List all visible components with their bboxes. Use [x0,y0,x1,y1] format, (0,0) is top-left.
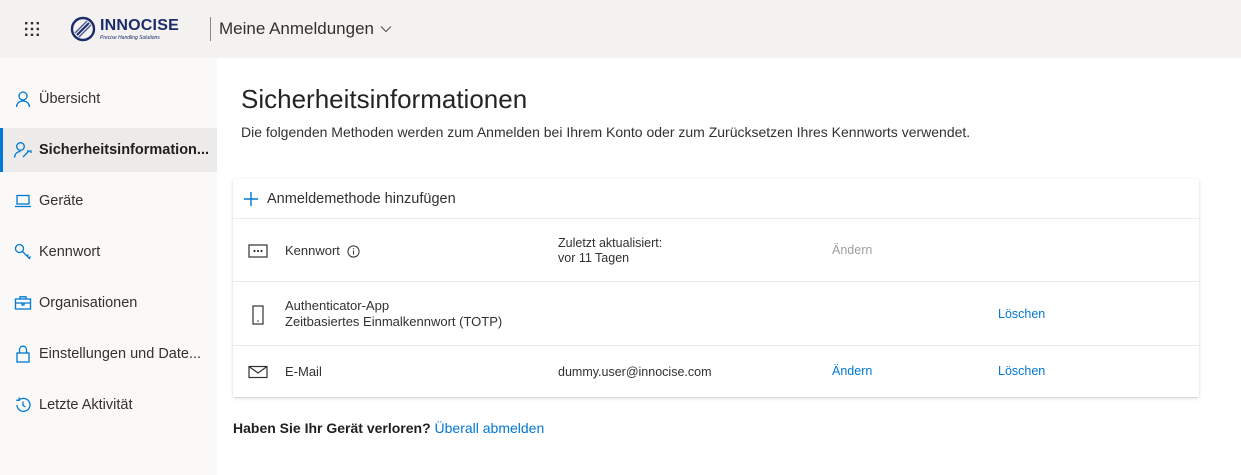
sidebar-item-label: Organisationen [39,295,138,311]
sidebar-item-security-info[interactable]: Sicherheitsinformation... [0,128,217,172]
plus-icon [241,189,261,209]
sidebar-item-recent-activity[interactable]: Letzte Aktivität [0,383,217,427]
logo-name: INNOCISE [100,16,179,34]
lost-device-question: Haben Sie Ihr Gerät verloren? [233,420,431,436]
lost-device-notice: Haben Sie Ihr Gerät verloren? Überall ab… [233,420,544,436]
method-name: E-Mail [285,364,322,379]
method-row-authenticator: Authenticator-App Zeitbasiertes Einmalke… [233,282,1199,346]
sidebar-item-devices[interactable]: Geräte [0,179,217,223]
header-divider [210,17,211,41]
sidebar-item-label: Kennwort [39,244,101,260]
main-content: Sicherheitsinformationen Die folgenden M… [217,58,1241,475]
change-email-button[interactable]: Ändern [832,364,872,378]
sidebar-item-organizations[interactable]: Organisationen [0,281,217,325]
method-detail: dummy.user@innocise.com [558,365,712,379]
method-name: Kennwort [285,243,360,259]
laptop-icon [13,191,33,211]
sidebar-item-label: Letzte Aktivität [39,397,133,413]
briefcase-icon [13,293,33,313]
sidebar-item-password[interactable]: Kennwort [0,230,217,274]
sidebar-item-overview[interactable]: Übersicht [0,77,217,121]
person-key-icon [13,140,33,160]
top-bar: INNOCISE Precise Handling Solutions Mein… [0,0,1241,58]
change-password-button[interactable]: Ändern [832,243,872,257]
lock-icon [13,344,33,364]
phone-icon [247,304,269,326]
person-icon [13,89,33,109]
delete-email-button[interactable]: Löschen [998,364,1045,378]
method-row-email: E-Mail dummy.user@innocise.com Ändern Lö… [233,346,1199,397]
method-name: Authenticator-App Zeitbasiertes Einmalke… [285,298,503,329]
sidebar-nav: Übersicht Sicherheitsinformation... Gerä… [0,58,217,475]
method-detail: Zuletzt aktualisiert: vor 11 Tagen [558,236,663,265]
delete-authenticator-button[interactable]: Löschen [998,307,1045,321]
logo-tagline: Precise Handling Solutions [100,34,160,41]
methods-card: Anmeldemethode hinzufügen Kennwort Zulet… [233,179,1199,397]
method-row-password: Kennwort Zuletzt aktualisiert: vor 11 Ta… [233,219,1199,282]
page-title: Sicherheitsinformationen [241,84,528,114]
company-logo[interactable]: INNOCISE Precise Handling Solutions [70,13,190,45]
sidebar-item-label: Geräte [39,193,84,209]
sidebar-item-label: Übersicht [39,91,101,107]
app-switcher-dropdown[interactable]: Meine Anmeldungen [219,19,392,39]
password-icon [247,240,269,262]
key-icon [13,242,33,262]
sidebar-item-label: Sicherheitsinformation... [39,142,209,158]
chevron-down-icon [380,25,392,33]
history-icon [13,395,33,415]
add-method-label: Anmeldemethode hinzufügen [267,190,456,207]
page-description: Die folgenden Methoden werden zum Anmeld… [241,124,971,140]
sign-out-everywhere-link[interactable]: Überall abmelden [435,420,545,436]
app-launcher-icon[interactable] [0,0,64,58]
app-title: Meine Anmeldungen [219,19,375,38]
sidebar-item-label: Einstellungen und Date... [39,346,202,362]
sidebar-item-settings-privacy[interactable]: Einstellungen und Date... [0,332,217,376]
info-icon[interactable] [346,245,360,258]
logo-mark-icon [70,16,96,42]
add-method-button[interactable]: Anmeldemethode hinzufügen [233,179,1199,219]
mail-icon [247,361,269,383]
